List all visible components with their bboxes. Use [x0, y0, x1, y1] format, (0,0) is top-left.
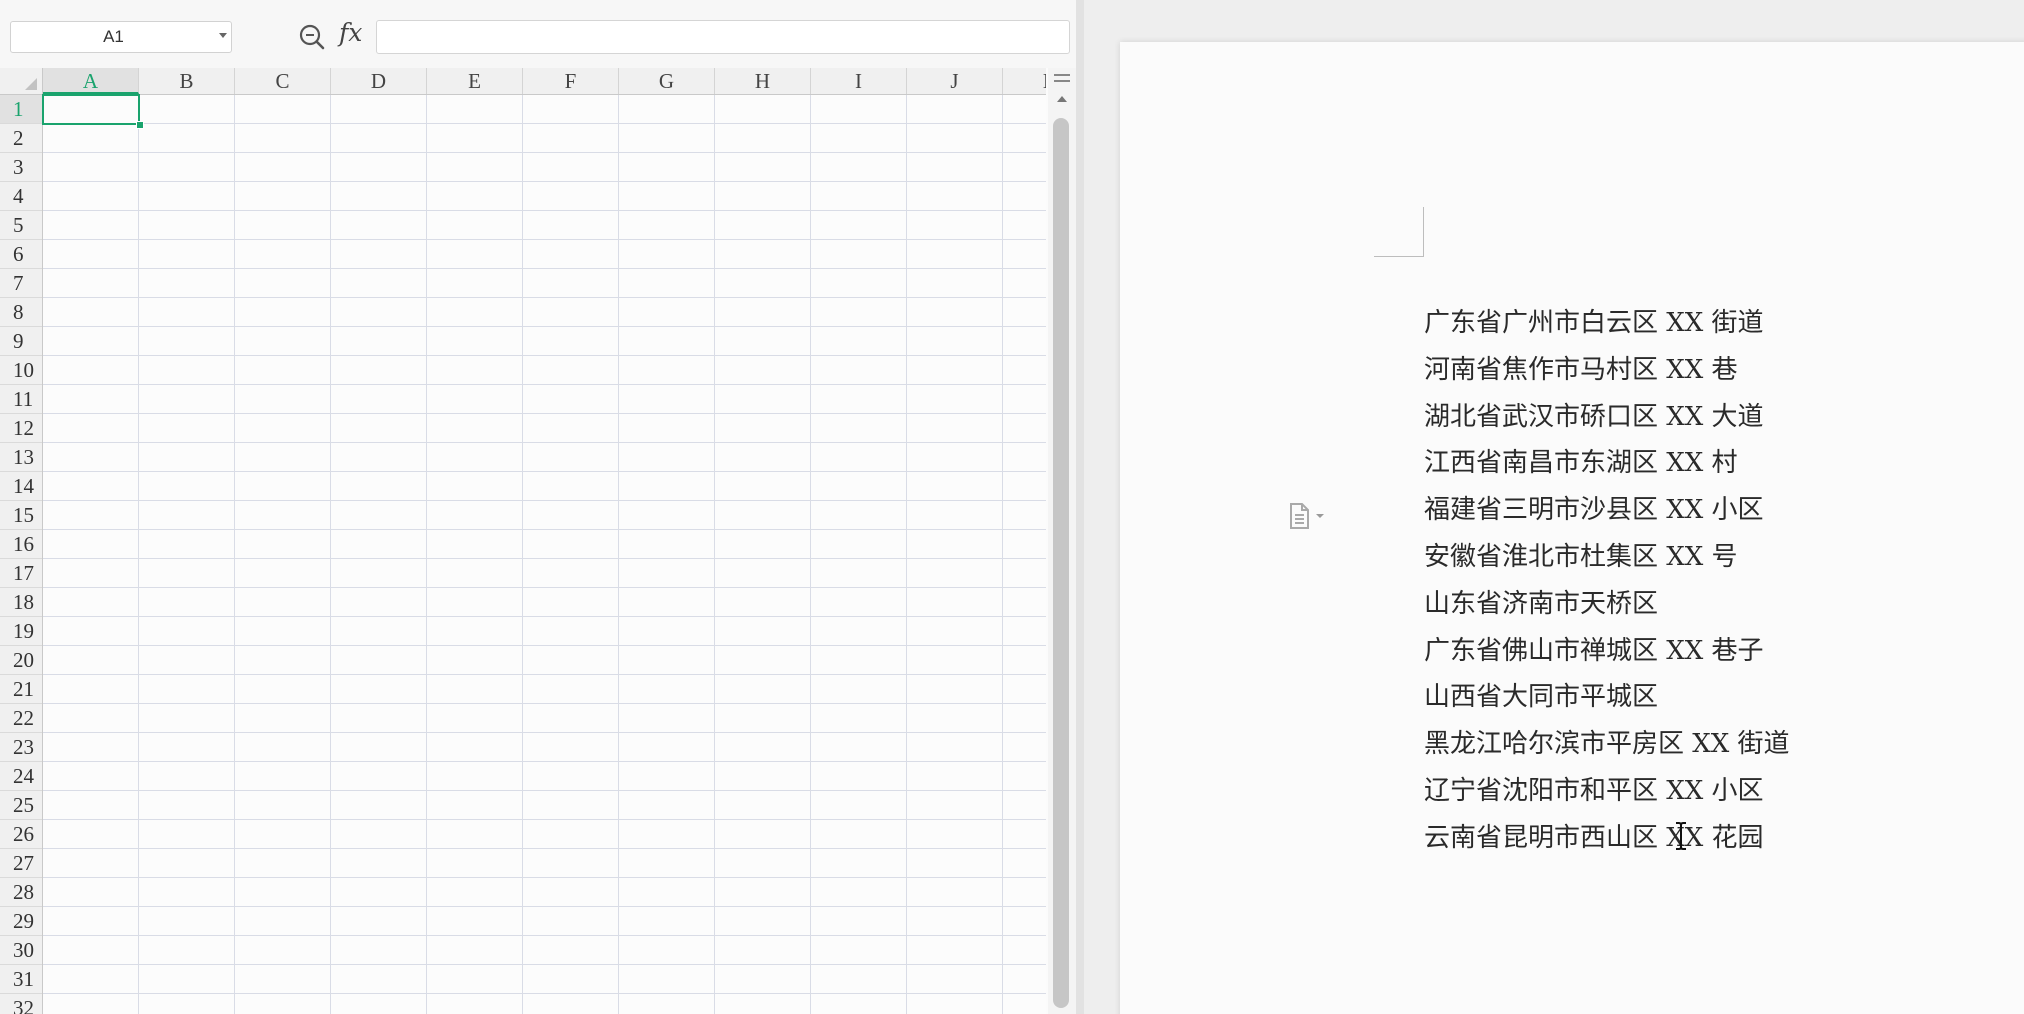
active-cell-a1[interactable] — [42, 94, 140, 125]
row-header-13[interactable]: 13 — [0, 443, 42, 472]
margin-corner-mark — [1374, 207, 1424, 257]
row-header-9[interactable]: 9 — [0, 327, 42, 356]
row-header-19[interactable]: 19 — [0, 617, 42, 646]
column-header-k[interactable]: K — [1003, 68, 1046, 94]
address-line[interactable]: 山西省大同市平城区 — [1424, 674, 1790, 721]
vertical-scrollbar[interactable] — [1048, 68, 1076, 1014]
row-header-11[interactable]: 11 — [0, 385, 42, 414]
spreadsheet-pane: A1 fx ABCDEFGHIJK 1234567891011121314151… — [0, 0, 1076, 1014]
cell-grid[interactable] — [43, 95, 1046, 1014]
row-header-15[interactable]: 15 — [0, 501, 42, 530]
address-line[interactable]: 黑龙江哈尔滨市平房区 XX 街道 — [1424, 721, 1790, 768]
row-header-18[interactable]: 18 — [0, 588, 42, 617]
pane-divider[interactable] — [1076, 0, 1084, 1014]
row-header-28[interactable]: 28 — [0, 878, 42, 907]
scroll-up-icon[interactable] — [1057, 96, 1067, 102]
name-box-value: A1 — [103, 27, 124, 46]
document-pane: 广东省广州市白云区 XX 街道 河南省焦作市马村区 XX 巷湖北省武汉市硚口区 X… — [1084, 0, 2024, 1014]
row-header-5[interactable]: 5 — [0, 211, 42, 240]
formula-input[interactable] — [376, 20, 1070, 54]
row-header-25[interactable]: 25 — [0, 791, 42, 820]
zoom-search-icon[interactable] — [298, 23, 326, 51]
address-line[interactable]: 江西省南昌市东湖区 XX 村 — [1424, 440, 1790, 487]
row-headers: 1 2 3 4 5 6 7 8 9 10 11 12 13 14 15 16 17 18 19 20 21 22 23 24 2… — [0, 95, 43, 1014]
address-line[interactable]: 广东省广州市白云区 XX 街道 — [1424, 300, 1790, 347]
column-header-b[interactable]: B — [139, 68, 235, 94]
address-line[interactable]: 福建省三明市沙县区 XX 小区 — [1424, 487, 1790, 534]
column-header-a[interactable]: A — [43, 68, 139, 94]
row-header-2[interactable]: 2 — [0, 124, 42, 153]
spreadsheet-grid: ABCDEFGHIJK 1234567891011121314151617181… — [0, 68, 1046, 1014]
address-line[interactable]: 云南省昆明市西山区 XX 花园 — [1424, 815, 1790, 862]
row-header-12[interactable]: 12 — [0, 414, 42, 443]
row-header-7[interactable]: 7 — [0, 269, 42, 298]
row-header-32[interactable]: 32 — [0, 994, 42, 1014]
address-line[interactable]: 河南省焦作市马村区 XX 巷 — [1424, 347, 1790, 394]
column-headers: ABCDEFGHIJK — [43, 68, 1046, 95]
row-header-22[interactable]: 22 — [0, 704, 42, 733]
select-all-icon — [25, 78, 37, 90]
row-header-6[interactable]: 6 — [0, 240, 42, 269]
column-header-c[interactable]: C — [235, 68, 331, 94]
scrollbar-thumb[interactable] — [1053, 118, 1069, 1008]
select-all-corner[interactable] — [0, 68, 43, 95]
row-header-27[interactable]: 27 — [0, 849, 42, 878]
chevron-down-icon[interactable] — [219, 33, 227, 38]
fx-icon[interactable]: fx — [339, 18, 362, 47]
address-list: 广东省广州市白云区 XX 街道 河南省焦作市马村区 XX 巷湖北省武汉市硚口区 X… — [1424, 300, 1790, 862]
row-header-1[interactable]: 1 — [0, 95, 42, 124]
row-header-4[interactable]: 4 — [0, 182, 42, 211]
row-header-24[interactable]: 24 — [0, 762, 42, 791]
row-header-14[interactable]: 14 — [0, 472, 42, 501]
document-page[interactable]: 广东省广州市白云区 XX 街道 河南省焦作市马村区 XX 巷湖北省武汉市硚口区 X… — [1120, 42, 2024, 1014]
row-header-29[interactable]: 29 — [0, 907, 42, 936]
row-header-31[interactable]: 31 — [0, 965, 42, 994]
address-line[interactable]: 湖北省武汉市硚口区 XX 大道 — [1424, 394, 1790, 441]
column-header-f[interactable]: F — [523, 68, 619, 94]
address-line[interactable]: 山东省济南市天桥区 — [1424, 581, 1790, 628]
row-header-16[interactable]: 16 — [0, 530, 42, 559]
address-line[interactable]: 广东省佛山市禅城区 XX 巷子 — [1424, 628, 1790, 675]
row-header-20[interactable]: 20 — [0, 646, 42, 675]
row-header-23[interactable]: 23 — [0, 733, 42, 762]
column-header-d[interactable]: D — [331, 68, 427, 94]
formula-toolbar: A1 fx — [0, 0, 1076, 68]
row-header-21[interactable]: 21 — [0, 675, 42, 704]
column-header-h[interactable]: H — [715, 68, 811, 94]
split-handle-icon[interactable] — [1054, 74, 1070, 82]
paste-options-icon[interactable] — [1287, 501, 1337, 531]
column-header-i[interactable]: I — [811, 68, 907, 94]
address-line[interactable]: 安徽省淮北市杜集区 XX 号 — [1424, 534, 1790, 581]
fill-handle[interactable] — [136, 121, 144, 129]
i-beam-cursor-icon — [1676, 822, 1686, 850]
row-header-10[interactable]: 10 — [0, 356, 42, 385]
column-header-g[interactable]: G — [619, 68, 715, 94]
row-header-17[interactable]: 17 — [0, 559, 42, 588]
row-header-30[interactable]: 30 — [0, 936, 42, 965]
row-header-26[interactable]: 26 — [0, 820, 42, 849]
column-header-j[interactable]: J — [907, 68, 1003, 94]
name-box[interactable]: A1 — [10, 21, 232, 53]
row-header-3[interactable]: 3 — [0, 153, 42, 182]
row-header-8[interactable]: 8 — [0, 298, 42, 327]
address-line[interactable]: 辽宁省沈阳市和平区 XX 小区 — [1424, 768, 1790, 815]
column-header-e[interactable]: E — [427, 68, 523, 94]
